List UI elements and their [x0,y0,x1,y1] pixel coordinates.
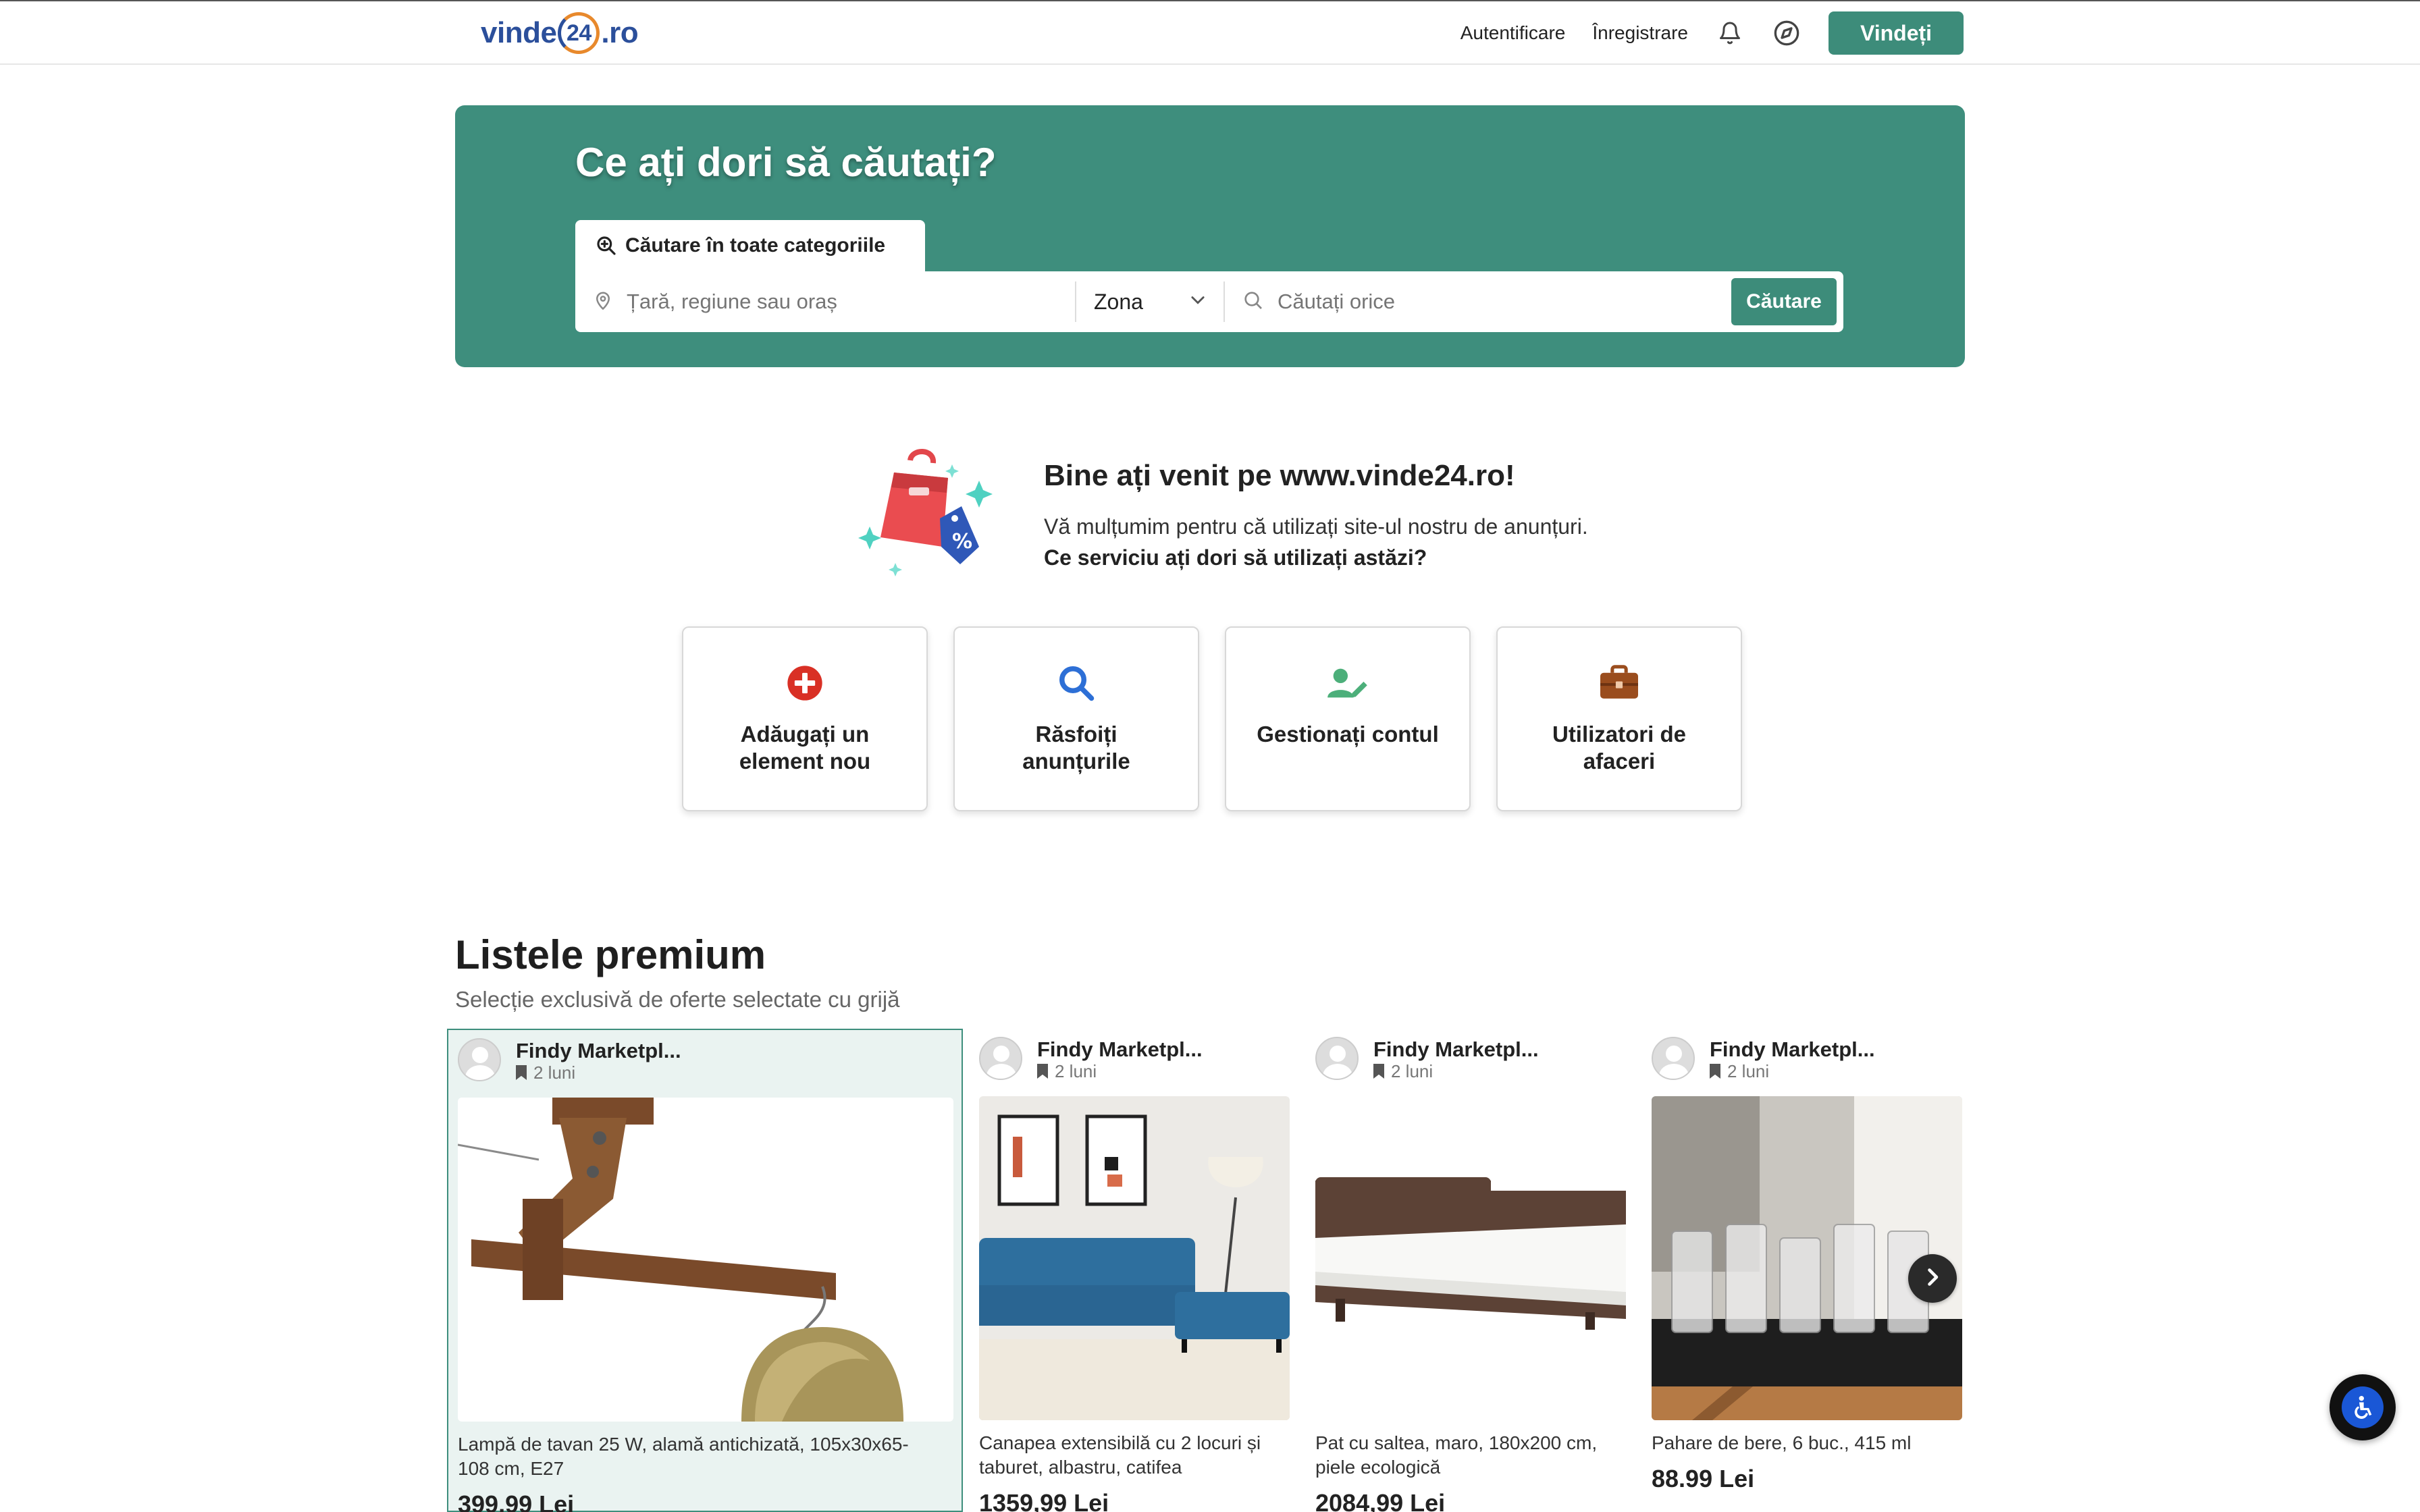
listing-title-line: taburet, albastru, catifea [979,1457,1182,1478]
location-input[interactable] [627,290,1075,314]
browse-ads-card[interactable]: Răsfoiți anunțurile [953,626,1199,811]
location-field[interactable] [575,281,1076,322]
listing-title-line: Lampă de tavan 25 W, alamă antichizată, … [458,1434,909,1455]
login-link[interactable]: Autentificare [1461,22,1566,44]
sell-button[interactable]: Vindeți [1829,11,1964,55]
premium-subtitle: Selecție exclusivă de oferte selectate c… [455,987,900,1012]
seller-name: Findy Marketpl... [1373,1037,1539,1061]
avatar [979,1037,1022,1080]
listing-age: 2 luni [533,1062,576,1083]
chevron-down-icon [1188,290,1207,315]
search-icon [1242,290,1264,315]
search-category-icon [596,235,617,256]
zone-label: Zona [1094,289,1143,314]
welcome-question: Ce serviciu ați dori să utilizați astăzi… [1044,545,1427,570]
listing-card[interactable]: Findy Marketpl... 2 luni Canapea extensi… [970,1029,1294,1512]
listing-price: 88.99 Lei [1652,1465,1755,1492]
map-pin-icon [593,288,613,316]
search-input[interactable] [1278,290,1731,314]
welcome-text: Vă mulțumim pentru că utilizați site-ul … [1044,514,1588,539]
listing-price: 399,99 Lei [458,1490,575,1512]
register-link[interactable]: Înregistrare [1592,22,1688,44]
accessibility-icon [2342,1386,2384,1428]
top-navbar: vinde 24 .ro Autentificare Înregistrare … [0,0,2420,65]
bookmark-icon [1710,1064,1720,1079]
manage-account-card[interactable]: Gestionați contul [1225,626,1471,811]
business-users-card[interactable]: Utilizatori de afaceri [1496,626,1742,811]
welcome-title: Bine ați venit pe www.vinde24.ro! [1044,459,1515,492]
listing-title: Pahare de bere, 6 buc., 415 ml [1652,1431,1911,1455]
listing-age: 2 luni [1055,1061,1097,1081]
seller-info: Findy Marketpl... 2 luni [458,1038,681,1083]
listing-card[interactable]: Findy Marketpl... 2 luni Lampă de tavan … [447,1029,963,1512]
header-nav: Autentificare Înregistrare Vindeți [1461,11,1964,55]
logo-badge: 24 [558,12,600,54]
card-label: Adăugați un element nou [739,722,871,774]
listing-title-line: Pat cu saltea, maro, 180x200 cm, [1315,1432,1598,1453]
card-label: Utilizatori de afaceri [1552,722,1687,774]
avatar [458,1038,501,1081]
seller-info: Findy Marketpl... 2 luni [1315,1037,1539,1081]
card-label: Gestionați contul [1257,722,1439,747]
seller-name: Findy Marketpl... [1037,1037,1203,1061]
carousel-next-button[interactable] [1908,1254,1957,1303]
plus-circle-icon [783,662,826,705]
svg-text:%: % [952,530,972,554]
seller-info: Findy Marketpl... 2 luni [1652,1037,1875,1081]
user-edit-icon [1326,662,1369,705]
seller-name: Findy Marketpl... [516,1039,681,1062]
bed-photo [1315,1096,1626,1420]
magnifier-icon [1055,662,1098,705]
avatar [1315,1037,1359,1080]
logo-suffix: .ro [601,16,639,49]
zone-select[interactable]: Zona [1076,281,1225,322]
listing-age: 2 luni [1727,1061,1770,1081]
seller-name: Findy Marketpl... [1710,1037,1875,1061]
add-item-card[interactable]: Adăugați un element nou [682,626,928,811]
card-label: Răsfoiți anunțurile [1022,722,1130,774]
chevron-right-icon [1920,1265,1945,1293]
compass-icon[interactable] [1772,18,1801,48]
listing-age: 2 luni [1391,1061,1433,1081]
listing-price: 2084,99 Lei [1315,1489,1446,1512]
listing-title-line: Canapea extensibilă cu 2 locuri și [979,1432,1261,1453]
premium-title: Listele premium [455,932,766,977]
accessibility-button[interactable] [2330,1374,2396,1440]
bookmark-icon [1037,1064,1048,1079]
beer-glasses-photo [1652,1096,1962,1420]
avatar [1652,1037,1695,1080]
tab-label: Căutare în toate categoriile [625,234,886,256]
hero-title: Ce ați dori să căutați? [575,140,997,185]
tab-all-categories[interactable]: Căutare în toate categoriile [575,220,925,271]
search-hero: Ce ați dori să căutați? Căutare în toate… [455,105,1965,367]
listing-title: Lampă de tavan 25 W, alamă antichizată, … [458,1432,909,1481]
site-logo[interactable]: vinde 24 .ro [481,9,639,57]
search-bar: Zona Căutare [575,271,1843,332]
listing-title-line: piele ecologică [1315,1457,1441,1478]
listing-title-line: 108 cm, E27 [458,1458,564,1479]
sofa-photo [979,1096,1290,1420]
listing-title: Pat cu saltea, maro, 180x200 cm, piele e… [1315,1431,1597,1480]
bookmark-icon [1373,1064,1384,1079]
ceiling-lamp-photo [458,1098,953,1422]
listing-title-line: Pahare de bere, 6 buc., 415 ml [1652,1432,1912,1453]
listing-title: Canapea extensibilă cu 2 locuri și tabur… [979,1431,1261,1480]
search-button[interactable]: Căutare [1731,278,1837,325]
bookmark-icon [516,1065,527,1080]
shopping-bag-illustration: % [853,446,1016,587]
listing-card[interactable]: Findy Marketpl... 2 luni Pat cu saltea, … [1306,1029,1630,1512]
seller-info: Findy Marketpl... 2 luni [979,1037,1203,1081]
logo-text: vinde [481,16,557,49]
bell-icon[interactable] [1715,18,1745,48]
query-field[interactable] [1225,281,1731,322]
briefcase-icon [1598,662,1641,705]
listing-price: 1359,99 Lei [979,1489,1109,1512]
service-cards: Adăugați un element nou Răsfoiți anunțur… [682,626,1742,811]
